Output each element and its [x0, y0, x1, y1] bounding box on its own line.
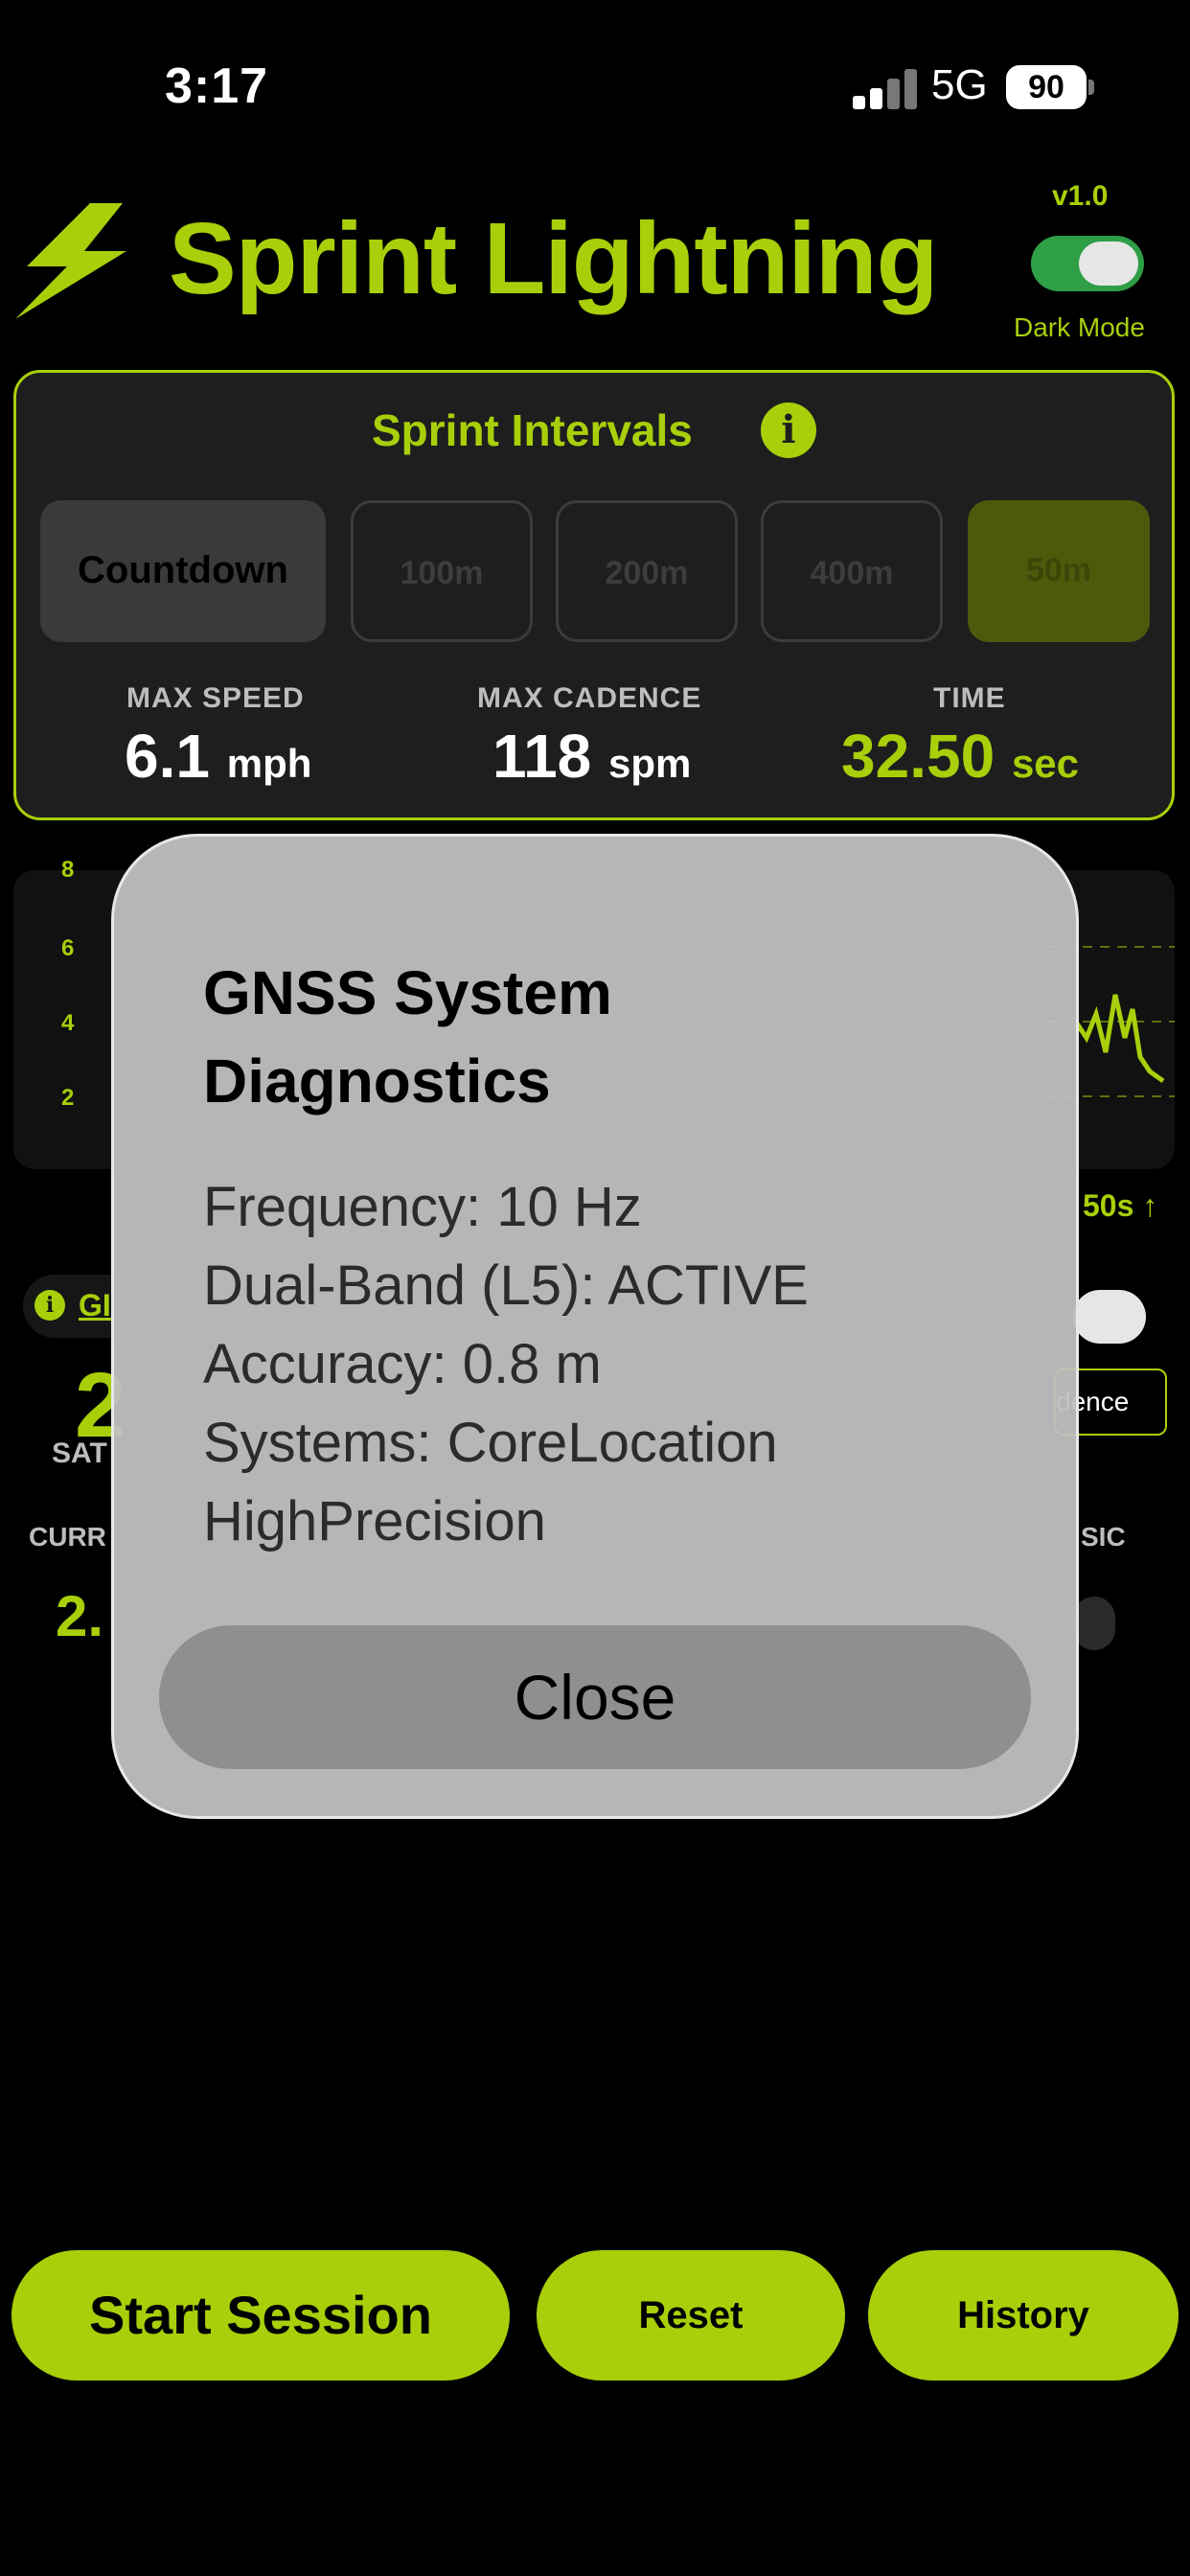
- segment-50m[interactable]: 50m: [968, 500, 1150, 642]
- info-icon: i: [34, 1290, 65, 1321]
- close-button[interactable]: Close: [159, 1625, 1031, 1769]
- battery-icon: 90: [1006, 65, 1087, 109]
- network-type: 5G: [931, 61, 988, 108]
- status-time: 3:17: [165, 58, 269, 114]
- segment-100m[interactable]: 100m: [351, 500, 533, 642]
- battery-nub: [1088, 80, 1094, 95]
- systems-line-continued: HighPrecision: [203, 1490, 546, 1552]
- systems-line: Systems: CoreLocation: [203, 1412, 778, 1474]
- segment-200m[interactable]: 200m: [556, 500, 738, 642]
- panel-title: Sprint Intervals: [372, 405, 693, 455]
- cellular-signal-icon: [853, 69, 918, 109]
- reset-button[interactable]: Reset: [537, 2250, 845, 2380]
- music-toggle[interactable]: [1073, 1597, 1115, 1650]
- max-speed-value: 6.1 mph: [125, 722, 312, 791]
- dark-mode-label: Dark Mode: [1014, 312, 1145, 342]
- info-icon[interactable]: i: [761, 402, 816, 458]
- current-label: CURR: [29, 1522, 106, 1552]
- time-label: TIME: [933, 682, 1006, 714]
- gps-chip-label: GI: [79, 1288, 111, 1322]
- version-label: v1.0: [1052, 180, 1109, 212]
- accuracy-line: Accuracy: 0.8 m: [203, 1333, 602, 1395]
- lightning-bolt-icon: [15, 203, 126, 319]
- dark-mode-toggle[interactable]: [1031, 236, 1144, 291]
- start-session-button[interactable]: Start Session: [11, 2250, 510, 2380]
- modal-title: GNSS System Diagnostics: [203, 958, 612, 1116]
- music-label: SIC: [1081, 1522, 1126, 1552]
- dual-band-line: Dual-Band (L5): ACTIVE: [203, 1254, 809, 1317]
- chart-x-label: 50s ↑: [1083, 1188, 1158, 1223]
- history-button[interactable]: History: [868, 2250, 1179, 2380]
- app-title: Sprint Lightning: [169, 202, 938, 315]
- max-cadence-value: 118 spm: [492, 722, 692, 791]
- frequency-line: Frequency: 10 Hz: [203, 1176, 642, 1238]
- max-speed-label: MAX SPEED: [126, 682, 305, 714]
- segment-400m[interactable]: 400m: [761, 500, 943, 642]
- settings-toggle[interactable]: [1073, 1290, 1146, 1344]
- satellite-label: SAT: [52, 1438, 107, 1469]
- time-value: 32.50 sec: [841, 722, 1080, 791]
- max-cadence-label: MAX CADENCE: [477, 682, 702, 714]
- segment-countdown[interactable]: Countdown: [40, 500, 326, 642]
- current-value: 2.: [56, 1584, 104, 1648]
